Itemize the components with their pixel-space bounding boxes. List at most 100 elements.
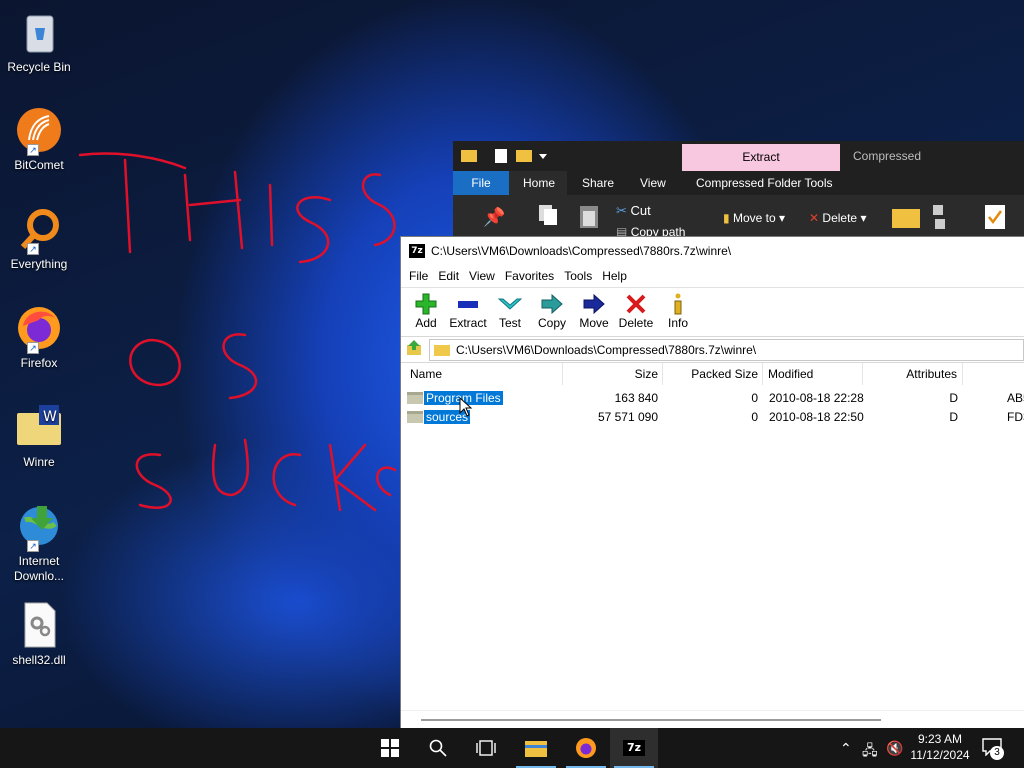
task-view-icon <box>476 740 496 756</box>
path-input[interactable]: C:\Users\VM6\Downloads\Compressed\7880rs… <box>429 338 1024 361</box>
table-row[interactable]: sources 57 571 090 0 2010-08-18 22:50 D … <box>401 408 1024 427</box>
network-icon[interactable]: 🖧 <box>862 740 878 764</box>
extract-label: Extract <box>449 316 487 330</box>
window-title: Compressed <box>853 149 922 163</box>
move-button[interactable]: Move <box>573 288 615 336</box>
shortcut-arrow-icon: ↗ <box>27 243 39 255</box>
delete-label: Delete <box>822 211 858 225</box>
column-attributes[interactable]: Attributes <box>863 363 963 385</box>
menu-file[interactable]: File <box>404 269 433 283</box>
info-button[interactable]: Info <box>657 288 699 336</box>
cut-button[interactable]: ✂ Cut <box>616 203 651 219</box>
copy-icon[interactable] <box>537 203 559 230</box>
desktop-icon-internet-download-manager[interactable]: ↗ Internet Downlo... <box>2 502 76 584</box>
taskbar-firefox[interactable] <box>562 728 610 768</box>
tab-compressed-folder-tools[interactable]: Compressed Folder Tools <box>696 176 833 190</box>
window-title: C:\Users\VM6\Downloads\Compressed\7880rs… <box>431 244 732 258</box>
extract-button[interactable]: Extract <box>447 288 489 336</box>
file-explorer-icon <box>525 741 547 757</box>
desktop-icon-shell32[interactable]: shell32.dll <box>2 601 76 668</box>
file-list[interactable]: Name Size Packed Size Modified Attribute… <box>401 363 1024 703</box>
horizontal-scrollbar[interactable] <box>401 710 1024 728</box>
delete-button[interactable]: ✕ Delete ▾ <box>809 211 866 225</box>
pin-icon[interactable]: 📌 <box>483 207 505 228</box>
tab-file[interactable]: File <box>453 171 509 195</box>
file-extra: FD3 <box>1007 410 1024 424</box>
file-modified: 2010-08-18 22:28 <box>769 391 864 405</box>
clock-time: 9:23 AM <box>917 732 963 746</box>
extract-context-tab[interactable]: Extract <box>682 144 840 171</box>
column-packed-size[interactable]: Packed Size <box>663 363 763 385</box>
task-view-button[interactable] <box>462 728 510 768</box>
up-folder-button[interactable] <box>405 339 423 360</box>
bitcomet-icon: ↗ <box>15 106 63 156</box>
tab-share[interactable]: Share <box>582 176 614 190</box>
taskbar: 7z ⌃ 🖧 🔇 9:23 AM 11/12/2024 3 <box>0 728 1024 768</box>
dll-file-icon <box>15 601 63 649</box>
file-size: 163 840 <box>614 391 658 405</box>
up-arrow-icon <box>407 340 421 355</box>
desktop-icon-firefox[interactable]: ↗ Firefox <box>2 304 76 371</box>
desktop-icon-bitcomet[interactable]: ↗ BitComet <box>2 106 76 173</box>
move-to-button[interactable]: ▮ Move to ▾ <box>723 211 785 225</box>
copy-label: Copy <box>537 316 566 330</box>
new-item-icon[interactable] <box>931 203 955 234</box>
file-attributes: D <box>949 391 958 405</box>
new-folder-icon[interactable] <box>891 205 921 232</box>
delete-label: Delete <box>618 316 654 330</box>
desktop-icon-recycle-bin[interactable]: Recycle Bin <box>2 8 76 75</box>
system-clock[interactable]: 9:23 AM 11/12/2024 <box>905 731 975 763</box>
menu-favorites[interactable]: Favorites <box>500 269 559 283</box>
paste-icon[interactable] <box>579 203 599 232</box>
ribbon-tabs: File Home Share View Compressed Folder T… <box>453 171 1024 195</box>
folder-icon <box>407 392 423 404</box>
taskbar-7zip[interactable]: 7z <box>610 728 658 768</box>
properties-check-icon[interactable] <box>983 203 1007 234</box>
winre-folder-icon: W <box>15 403 63 451</box>
move-to-label: Move to <box>732 211 776 225</box>
sevenzip-window[interactable]: 7z C:\Users\VM6\Downloads\Compressed\788… <box>400 236 1024 728</box>
file-packed-size: 0 <box>751 391 758 405</box>
menu-edit[interactable]: Edit <box>433 269 464 283</box>
dropdown-arrow-icon: ▾ <box>778 211 786 225</box>
checkmark-icon <box>489 292 531 316</box>
table-row[interactable]: Program Files 163 840 0 2010-08-18 22:28… <box>401 389 1024 408</box>
add-label: Add <box>415 316 437 330</box>
file-extra: AB5 <box>1007 391 1024 405</box>
mouse-cursor-icon <box>459 397 473 417</box>
column-modified[interactable]: Modified <box>763 363 863 385</box>
desktop-icon-label: Recycle Bin <box>7 60 71 74</box>
info-icon <box>657 292 699 316</box>
svg-text:W: W <box>43 409 57 425</box>
cut-label: Cut <box>630 203 651 218</box>
desktop-icon-label: shell32.dll <box>12 653 66 667</box>
address-bar: C:\Users\VM6\Downloads\Compressed\7880rs… <box>401 337 1024 363</box>
menu-help[interactable]: Help <box>597 269 632 283</box>
volume-muted-icon[interactable]: 🔇 <box>886 740 903 757</box>
file-packed-size: 0 <box>751 410 758 424</box>
delete-button[interactable]: Delete <box>615 288 657 336</box>
menu-view[interactable]: View <box>464 269 500 283</box>
shortcut-arrow-icon: ↗ <box>27 540 39 552</box>
notification-center-button[interactable]: 3 <box>982 738 1006 760</box>
desktop-icon-label: Winre <box>23 455 55 469</box>
explorer-window[interactable]: Extract Compressed File Home Share View … <box>453 141 1024 241</box>
start-button[interactable] <box>366 728 414 768</box>
desktop-icon-label: Firefox <box>20 356 58 370</box>
shortcut-arrow-icon: ↗ <box>27 342 39 354</box>
column-name[interactable]: Name <box>405 363 563 385</box>
copy-button[interactable]: Copy <box>531 288 573 336</box>
menu-bar: File Edit View Favorites Tools Help <box>401 265 1024 287</box>
desktop-icon-winre[interactable]: W Winre <box>2 403 76 470</box>
taskbar-file-explorer[interactable] <box>512 728 560 768</box>
tab-view[interactable]: View <box>640 176 666 190</box>
chevron-up-icon[interactable]: ⌃ <box>840 740 852 757</box>
search-button[interactable] <box>414 728 462 768</box>
menu-tools[interactable]: Tools <box>559 269 597 283</box>
column-size[interactable]: Size <box>563 363 663 385</box>
test-button[interactable]: Test <box>489 288 531 336</box>
scrollbar-thumb[interactable] <box>421 719 881 721</box>
add-button[interactable]: Add <box>405 288 447 336</box>
tab-home[interactable]: Home <box>523 176 555 190</box>
desktop-icon-everything[interactable]: ↗ Everything <box>2 205 76 272</box>
